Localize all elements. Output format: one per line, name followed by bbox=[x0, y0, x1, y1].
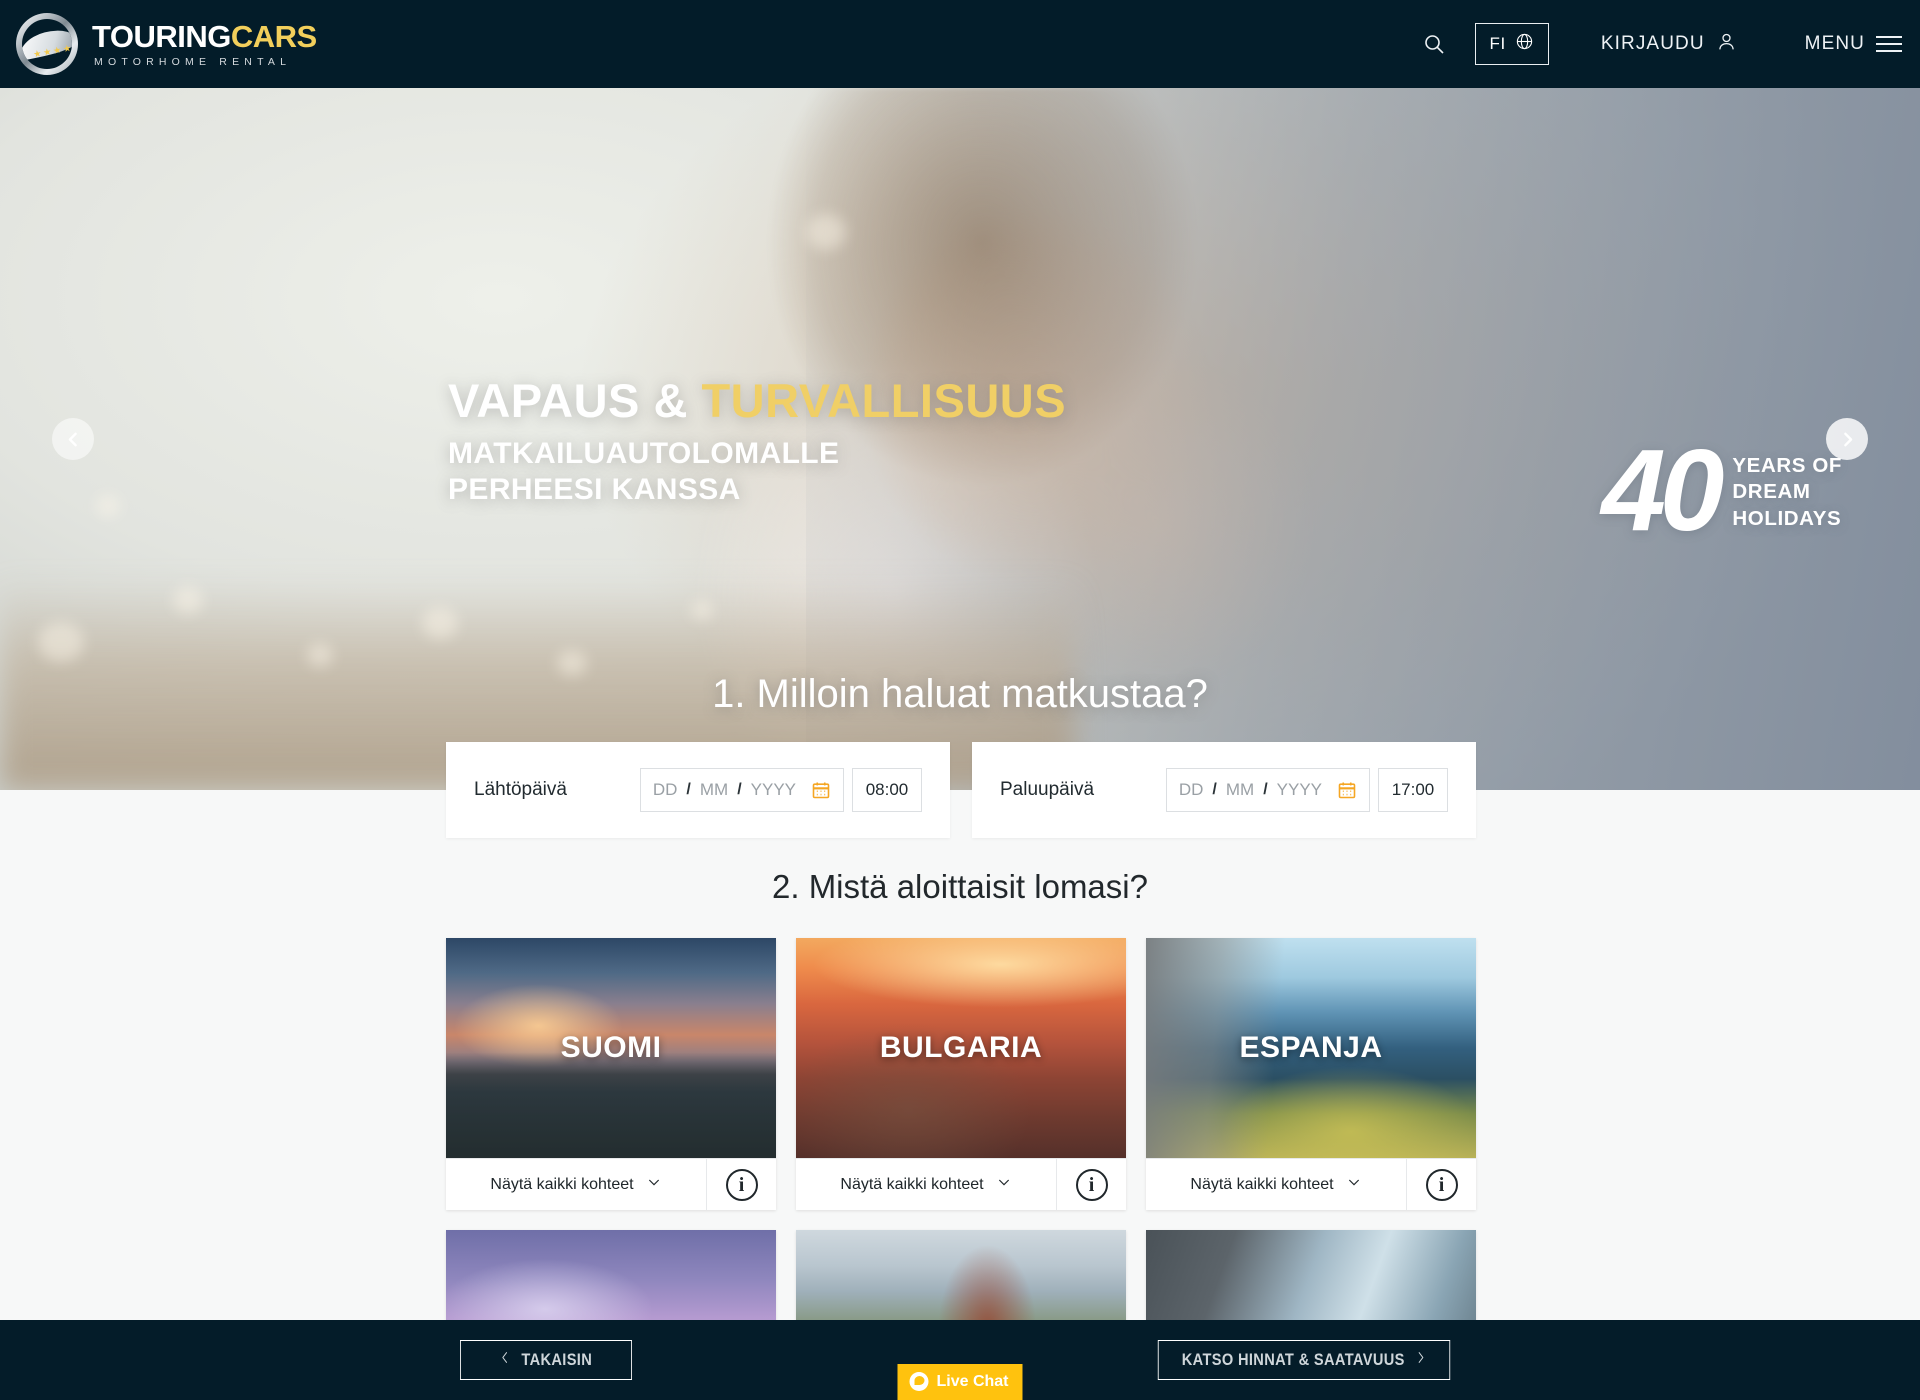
brand-tagline: MOTORHOME RENTAL bbox=[94, 55, 292, 68]
calendar-icon[interactable] bbox=[811, 780, 831, 800]
departure-dd[interactable]: DD bbox=[653, 780, 678, 800]
info-icon: i bbox=[725, 1168, 758, 1201]
return-label: Paluupäivä bbox=[1000, 779, 1095, 800]
badge-line3: HOLIDAYS bbox=[1732, 506, 1842, 530]
user-icon bbox=[1716, 31, 1737, 58]
destination-image[interactable]: BULGARIA bbox=[796, 938, 1126, 1158]
chevron-left-icon bbox=[68, 432, 77, 446]
hero-title-accent: TURVALLISUUS bbox=[701, 374, 1067, 427]
destination-image[interactable]: SUOMI bbox=[446, 938, 776, 1158]
departure-yyyy[interactable]: YYYY bbox=[751, 780, 796, 800]
destination-card[interactable]: BULGARIA Näytä kaikki kohteet i bbox=[796, 938, 1126, 1210]
logo-emblem-icon: ★★★★★ bbox=[16, 13, 78, 75]
date-separator: / bbox=[1212, 781, 1217, 798]
step2-title: 2. Mistä aloittaisit lomasi? bbox=[772, 868, 1148, 905]
departure-mm[interactable]: MM bbox=[700, 780, 728, 800]
calendar-icon[interactable] bbox=[1337, 780, 1357, 800]
site-logo[interactable]: ★★★★★ TOURINGCARS MOTORHOME RENTAL bbox=[16, 13, 317, 75]
destination-card[interactable]: ESPANJA Näytä kaikki kohteet i bbox=[1146, 938, 1476, 1210]
destination-actions: Näytä kaikki kohteet i bbox=[796, 1158, 1126, 1210]
destination-actions: Näytä kaikki kohteet i bbox=[446, 1158, 776, 1210]
destination-select[interactable]: Näytä kaikki kohteet bbox=[796, 1159, 1056, 1210]
departure-time-select[interactable]: 08:00 bbox=[852, 768, 922, 812]
hero-headline: VAPAUS & TURVALLISUUS MATKAILUAUTOLOMALL… bbox=[448, 376, 1066, 509]
destination-name: SUOMI bbox=[560, 1031, 662, 1064]
date-selection-row: Lähtöpäivä DD / MM / YYYY 08:00 Paluupäi… bbox=[446, 742, 1476, 838]
carousel-next-button[interactable] bbox=[1826, 418, 1868, 460]
brand-accent: CARS bbox=[230, 18, 317, 54]
search-icon[interactable] bbox=[1411, 21, 1457, 67]
date-separator: / bbox=[737, 781, 742, 798]
login-button[interactable]: KIRJAUDU bbox=[1601, 31, 1737, 58]
date-separator: / bbox=[1263, 781, 1268, 798]
badge-number: 40 bbox=[1601, 425, 1724, 555]
return-date-input[interactable]: DD / MM / YYYY bbox=[1165, 768, 1370, 812]
brand-text: TOURINGCARS MOTORHOME RENTAL bbox=[92, 21, 317, 68]
date-separator: / bbox=[686, 781, 691, 798]
login-label: KIRJAUDU bbox=[1600, 33, 1705, 54]
destination-info-button[interactable]: i bbox=[706, 1159, 776, 1210]
carousel-prev-button[interactable] bbox=[52, 418, 94, 460]
live-chat-button[interactable]: Live Chat bbox=[897, 1364, 1023, 1400]
hero-title-white: VAPAUS & bbox=[448, 374, 688, 427]
back-button[interactable]: TAKAISIN bbox=[460, 1340, 632, 1380]
live-chat-label: Live Chat bbox=[936, 1372, 1009, 1390]
language-code: FI bbox=[1489, 34, 1506, 53]
chat-bubble-icon bbox=[909, 1372, 929, 1391]
destination-card[interactable]: SUOMI Näytä kaikki kohteet i bbox=[446, 938, 776, 1210]
destination-select[interactable]: Näytä kaikki kohteet bbox=[446, 1159, 706, 1210]
info-icon: i bbox=[1075, 1168, 1108, 1201]
destination-image[interactable]: ESPANJA bbox=[1146, 938, 1476, 1158]
return-yyyy[interactable]: YYYY bbox=[1277, 780, 1322, 800]
menu-button[interactable]: MENU bbox=[1805, 31, 1902, 57]
destination-select-label: Näytä kaikki kohteet bbox=[490, 1175, 634, 1193]
chevron-down-icon bbox=[996, 1174, 1012, 1195]
chevron-down-icon bbox=[1346, 1174, 1362, 1195]
destination-select-label: Näytä kaikki kohteet bbox=[840, 1175, 984, 1193]
language-selector[interactable]: FI bbox=[1474, 23, 1549, 65]
site-header: ★★★★★ TOURINGCARS MOTORHOME RENTAL FI KI… bbox=[0, 0, 1920, 88]
chevron-down-icon bbox=[646, 1174, 662, 1195]
hamburger-icon bbox=[1876, 31, 1902, 57]
destination-info-button[interactable]: i bbox=[1406, 1159, 1476, 1210]
destination-info-button[interactable]: i bbox=[1056, 1159, 1126, 1210]
departure-date-input[interactable]: DD / MM / YYYY bbox=[639, 768, 844, 812]
return-dd[interactable]: DD bbox=[1179, 780, 1204, 800]
chevron-left-icon bbox=[500, 1349, 511, 1371]
chevron-right-icon bbox=[1415, 1349, 1426, 1371]
return-date-card: Paluupäivä DD / MM / YYYY 17:00 bbox=[972, 742, 1476, 838]
hero-subtitle-line1: MATKAILUAUTOLOMALLE bbox=[448, 436, 840, 470]
page-root: ★★★★★ TOURINGCARS MOTORHOME RENTAL FI KI… bbox=[0, 0, 1920, 1400]
return-mm[interactable]: MM bbox=[1226, 780, 1254, 800]
departure-label: Lähtöpäivä bbox=[474, 779, 567, 800]
hero-subtitle-line2: PERHEESI KANSSA bbox=[448, 473, 741, 507]
badge-line1: YEARS OF bbox=[1732, 454, 1842, 478]
return-time-select[interactable]: 17:00 bbox=[1378, 768, 1448, 812]
continue-button[interactable]: KATSO HINNAT & SAATAVUUS bbox=[1157, 1340, 1451, 1380]
departure-date-card: Lähtöpäivä DD / MM / YYYY 08:00 bbox=[446, 742, 950, 838]
destination-name: BULGARIA bbox=[879, 1031, 1043, 1064]
info-icon: i bbox=[1425, 1168, 1458, 1201]
badge-line2: DREAM bbox=[1732, 480, 1811, 504]
brand-main: TOURING bbox=[92, 18, 231, 54]
back-label: TAKAISIN bbox=[521, 1350, 593, 1369]
destination-actions: Näytä kaikki kohteet i bbox=[1146, 1158, 1476, 1210]
menu-label: MENU bbox=[1804, 33, 1865, 54]
bottom-action-bar: TAKAISIN KATSO HINNAT & SAATAVUUS Live C… bbox=[0, 1320, 1920, 1400]
destination-select[interactable]: Näytä kaikki kohteet bbox=[1146, 1159, 1406, 1210]
globe-icon bbox=[1515, 32, 1534, 56]
header-actions: FI KIRJAUDU MENU bbox=[1411, 21, 1902, 67]
anniversary-badge: 40 YEARS OF DREAM HOLIDAYS bbox=[1601, 425, 1842, 555]
destination-select-label: Näytä kaikki kohteet bbox=[1190, 1175, 1334, 1193]
chevron-right-icon bbox=[1843, 432, 1852, 446]
continue-label: KATSO HINNAT & SAATAVUUS bbox=[1181, 1350, 1405, 1369]
destination-name: ESPANJA bbox=[1239, 1031, 1383, 1064]
step1-title: 1. Milloin haluat matkustaa? bbox=[712, 672, 1208, 716]
